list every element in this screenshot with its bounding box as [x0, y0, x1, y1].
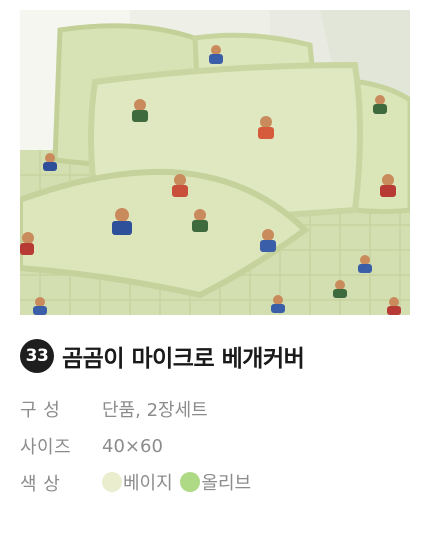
color-option-olive-label: 올리브 [201, 473, 252, 494]
color-option-beige[interactable]: 베이지 [102, 469, 173, 495]
product-title-row: 33 곰곰이 마이크로 베개커버 [20, 338, 305, 374]
color-option-olive[interactable]: 올리브 [180, 469, 251, 495]
spec-composition-label: 구 성 [20, 400, 61, 421]
product-title: 곰곰이 마이크로 베개커버 [62, 346, 305, 372]
product-number-badge: 33 [20, 339, 54, 373]
beige-swatch-icon [102, 472, 122, 492]
spec-size: 사이즈 40×60 [20, 433, 410, 459]
spec-color-options: 베이지 올리브 [102, 469, 253, 497]
olive-swatch-icon [180, 472, 201, 492]
product-photo [20, 10, 410, 315]
spec-composition: 구 성 단품, 2장세트 [20, 396, 410, 422]
spec-size-label: 사이즈 [20, 437, 72, 458]
product-specs: 구 성 단품, 2장세트 사이즈 40×60 색 상 베이지 올리브 [20, 396, 410, 507]
spec-color-label: 색 상 [20, 474, 61, 495]
spec-composition-value: 단품, 2장세트 [102, 400, 208, 421]
spec-size-value: 40×60 [102, 435, 163, 457]
pillow-illustration [20, 10, 410, 315]
spec-color: 색 상 베이지 올리브 [20, 470, 410, 496]
color-option-beige-label: 베이지 [123, 473, 173, 494]
